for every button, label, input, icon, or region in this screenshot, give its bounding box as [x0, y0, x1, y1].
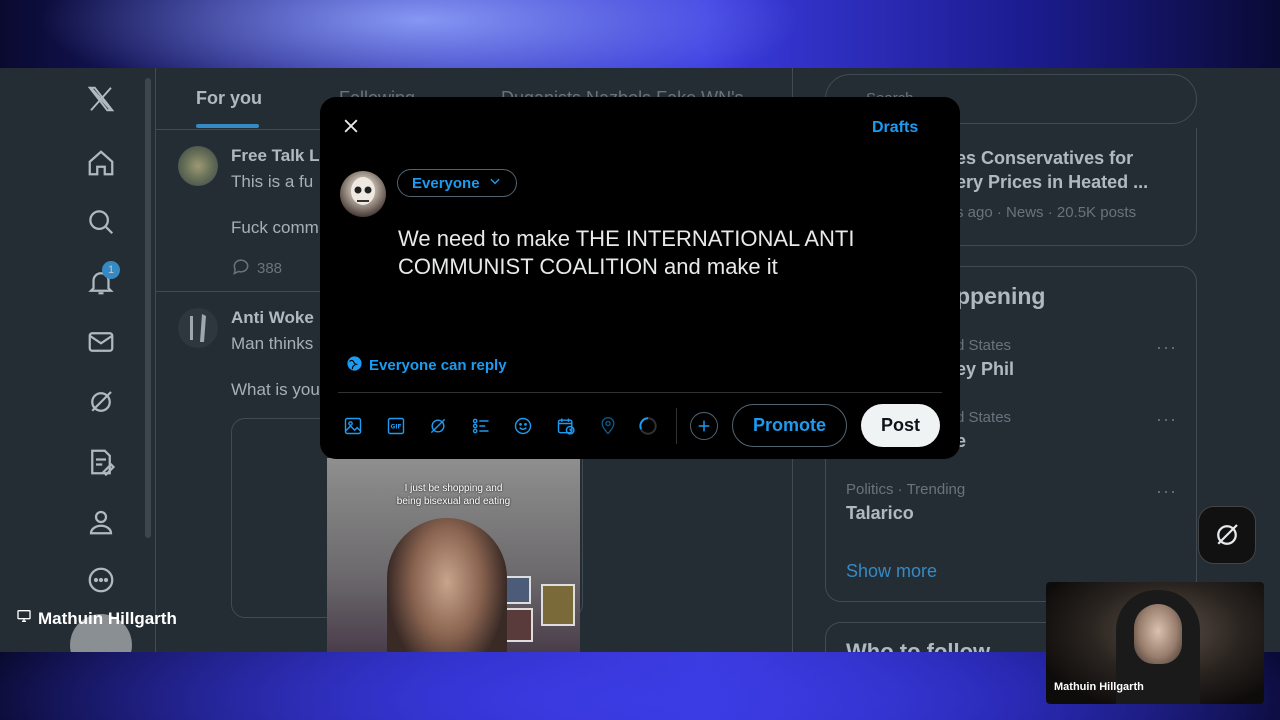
drafts-button[interactable]: Drafts	[872, 119, 918, 137]
post-text-line: This is a fu	[231, 172, 314, 191]
compose-post-modal: Drafts Everyone We need to make THE INTE…	[320, 97, 960, 459]
compose-textarea[interactable]: We need to make THE INTERNATIONAL ANTI C…	[398, 225, 918, 281]
location-icon[interactable]	[596, 414, 620, 438]
trend-meta: Politics · Trending	[846, 481, 966, 498]
trend-meta: d States	[956, 409, 1012, 426]
trend-more-icon[interactable]: ···	[1156, 337, 1177, 358]
post-avatar[interactable]	[178, 146, 218, 186]
profile-icon[interactable]	[84, 505, 118, 539]
trend-headline-line: es Conservatives for	[956, 148, 1134, 168]
left-nav: 1	[0, 68, 151, 652]
more-icon[interactable]	[84, 563, 118, 597]
promote-button[interactable]: Promote	[732, 404, 847, 447]
emoji-icon[interactable]	[511, 414, 535, 438]
audience-label: Everyone	[412, 174, 480, 192]
wall-poster	[541, 584, 575, 626]
show-more-link[interactable]: Show more	[846, 561, 937, 582]
reply-button[interactable]: 388	[231, 256, 282, 280]
notification-badge: 1	[102, 261, 120, 279]
video-caption: I just be shopping and being bisexual an…	[396, 483, 511, 507]
wall-poster	[503, 608, 533, 642]
gif-icon[interactable]: GIF	[384, 414, 408, 438]
mail-icon[interactable]	[84, 325, 118, 359]
toolbar-divider	[676, 408, 677, 444]
x-logo-icon[interactable]	[84, 82, 118, 116]
video-person	[387, 518, 507, 652]
trend-title[interactable]: ey Phil	[956, 359, 1014, 380]
audience-selector[interactable]: Everyone	[397, 169, 517, 197]
webcam-face	[1134, 604, 1182, 664]
reply-settings-label: Everyone can reply	[369, 357, 507, 374]
streamer-name-label: Mathuin Hillgarth	[16, 608, 177, 629]
grok-icon[interactable]	[84, 385, 118, 419]
webcam-feed: Mathuin Hillgarth	[1046, 582, 1264, 704]
trend-headline-line: ery Prices in Heated ...	[956, 172, 1149, 192]
grok-icon	[1217, 524, 1238, 545]
svg-text:GIF: GIF	[391, 425, 402, 431]
reply-icon	[231, 256, 251, 280]
user-avatar[interactable]	[340, 171, 386, 217]
reply-settings-button[interactable]: Everyone can reply	[346, 355, 507, 376]
home-icon[interactable]	[84, 146, 118, 180]
webcam-name-label: Mathuin Hillgarth	[1054, 681, 1144, 693]
globe-icon	[346, 355, 363, 376]
schedule-icon[interactable]	[554, 414, 578, 438]
notifications-bell-icon[interactable]: 1	[84, 261, 120, 299]
grok-floating-button[interactable]	[1198, 506, 1256, 564]
post-author-name[interactable]: Free Talk L	[231, 146, 320, 166]
trend-more-icon[interactable]: ···	[1156, 409, 1177, 430]
streamer-name: Mathuin Hillgarth	[38, 608, 177, 628]
trend-meta: s ago · News · 20.5K posts	[956, 204, 1137, 221]
divider	[338, 392, 942, 393]
post-video[interactable]: I just be shopping and being bisexual an…	[327, 458, 580, 652]
trend-more-icon[interactable]: ···	[1156, 481, 1177, 502]
add-post-thread-button[interactable]	[690, 412, 718, 440]
character-progress-ring	[635, 413, 661, 439]
post-avatar[interactable]	[178, 308, 218, 348]
section-title: ppening	[956, 283, 1046, 309]
active-tab-indicator	[196, 124, 259, 128]
close-icon[interactable]	[338, 113, 364, 139]
trend-meta: d States	[956, 337, 1012, 354]
post-text-line: Man thinks	[231, 334, 314, 353]
search-icon[interactable]	[84, 205, 118, 239]
post-text-line: Fuck comm	[231, 218, 319, 237]
chevron-down-icon	[488, 174, 502, 192]
poll-icon[interactable]	[469, 414, 493, 438]
tab-for-you[interactable]: For you	[196, 88, 262, 109]
post-button[interactable]: Post	[861, 404, 940, 447]
monitor-icon	[16, 608, 32, 629]
post-author-name[interactable]: Anti Woke	[231, 308, 314, 328]
trend-title[interactable]: Talarico	[846, 503, 914, 524]
reply-count: 388	[257, 259, 283, 277]
post-text-line: What is you	[231, 380, 320, 399]
section-title: Who to follow	[846, 639, 991, 652]
nav-scrollbar[interactable]	[145, 78, 151, 538]
plus-icon	[698, 420, 710, 432]
x-app-window: 1 For you Following Duganists Nazbols Fa…	[0, 68, 1280, 652]
media-icon[interactable]	[341, 414, 365, 438]
lists-compose-icon[interactable]	[84, 445, 118, 479]
grok-icon[interactable]	[426, 414, 450, 438]
